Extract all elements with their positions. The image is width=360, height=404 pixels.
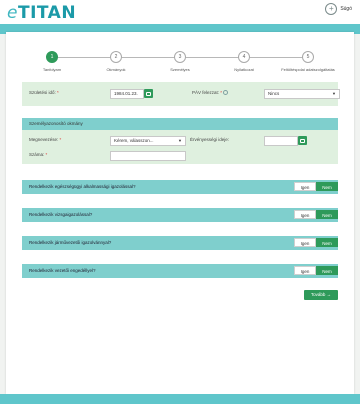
help-button[interactable]: + Súgó <box>325 3 352 15</box>
pav-select[interactable]: Nincs ▼ <box>264 89 340 99</box>
yes-button[interactable]: Igen <box>294 182 316 191</box>
step-5[interactable]: 5 Feltöltéspolai adatszolgáltatás <box>278 51 338 72</box>
step-label: Okmányok <box>106 67 126 72</box>
question-row: Rendelkezik járművezetői igazolvánnyal? … <box>22 236 338 250</box>
doc-type-select-value: Kérem, válasszon... <box>114 138 154 143</box>
birth-date-label: Születési idő: * <box>29 90 59 95</box>
help-label: Súgó <box>340 6 352 12</box>
no-button[interactable]: Nem <box>316 238 338 247</box>
yes-no-toggle: Igen Nem <box>294 266 338 275</box>
doc-type-select[interactable]: Kérem, válasszon... ▼ <box>110 136 186 146</box>
form-card: 1 Tanfolyam 2 Okmányok 3 Személyes 4 Nyi… <box>6 32 354 394</box>
birth-date-label-text: Születési idő: <box>29 90 56 95</box>
doc-number-field[interactable] <box>110 151 186 161</box>
yes-button[interactable]: Igen <box>294 238 316 247</box>
step-number: 5 <box>302 51 314 63</box>
logo-prefix: e <box>7 3 18 23</box>
step-number: 2 <box>110 51 122 63</box>
step-label: Tanfolyam <box>42 67 62 72</box>
help-icon: + <box>325 3 338 15</box>
step-number: 1 <box>46 51 58 63</box>
info-icon[interactable] <box>223 90 229 96</box>
logo-main: TITAN <box>17 3 77 23</box>
birth-panel: Születési idő: * 1984.01.23. PÁV felezza… <box>22 82 340 106</box>
question-text: Rendelkezik vezetői engedéllyel? <box>29 268 96 273</box>
step-number: 3 <box>174 51 186 63</box>
question-text: Rendelkezik járművezetői igazolvánnyal? <box>29 240 112 245</box>
yes-button[interactable]: Igen <box>294 266 316 275</box>
validity-label: Érvényességi ideje: <box>190 137 230 142</box>
birth-date-field[interactable]: 1984.01.23. <box>110 89 144 99</box>
arrow-right-icon: → <box>326 292 332 297</box>
chevron-down-icon: ▼ <box>332 91 336 96</box>
bottom-band <box>0 394 360 404</box>
calendar-icon[interactable] <box>144 89 153 98</box>
pav-label: PÁV felezzat: * <box>192 90 229 96</box>
yes-no-toggle: Igen Nem <box>294 210 338 219</box>
no-button[interactable]: Nem <box>316 266 338 275</box>
no-button[interactable]: Nem <box>316 210 338 219</box>
question-row: Rendelkezik vezetői engedéllyel? Igen Ne… <box>22 264 338 278</box>
chevron-down-icon: ▼ <box>178 138 182 143</box>
step-label: Nyilatkozat <box>234 67 254 72</box>
progress-steps: 1 Tanfolyam 2 Okmányok 3 Személyes 4 Nyi… <box>6 46 354 76</box>
step-3[interactable]: 3 Személyes <box>150 51 210 72</box>
step-1[interactable]: 1 Tanfolyam <box>22 51 82 72</box>
step-2[interactable]: 2 Okmányok <box>86 51 146 72</box>
validity-date-field[interactable] <box>264 136 298 146</box>
pav-select-value: Nincs <box>268 91 280 96</box>
doc-type-label: Megnevezése: * <box>29 137 62 142</box>
yes-button[interactable]: Igen <box>294 210 316 219</box>
question-row: Rendelkezik vizsgaigazolással? Igen Nem <box>22 208 338 222</box>
question-text: Rendelkezik egészségügyi alkalmassági ig… <box>29 184 136 189</box>
id-document-heading: Személyazonosító okmány <box>22 118 338 130</box>
next-button[interactable]: Tovább → <box>304 290 338 300</box>
doc-number-label: Száma: * <box>29 152 48 157</box>
doc-number-label-text: Száma: <box>29 152 45 157</box>
step-label: Személyes <box>170 67 190 72</box>
id-document-panel: Személyazonosító okmány Megnevezése: * K… <box>22 118 338 164</box>
doc-type-label-text: Megnevezése: <box>29 137 59 142</box>
step-4[interactable]: 4 Nyilatkozat <box>214 51 274 72</box>
question-row: Rendelkezik egészségügyi alkalmassági ig… <box>22 180 338 194</box>
etitan-logo[interactable]: eTITAN <box>7 3 76 23</box>
step-number: 4 <box>238 51 250 63</box>
yes-no-toggle: Igen Nem <box>294 238 338 247</box>
pav-label-text: PÁV felezzat: <box>192 90 220 95</box>
calendar-icon[interactable] <box>298 136 307 145</box>
next-button-label: Tovább <box>310 292 326 297</box>
no-button[interactable]: Nem <box>316 182 338 191</box>
question-text: Rendelkezik vizsgaigazolással? <box>29 212 93 217</box>
yes-no-toggle: Igen Nem <box>294 182 338 191</box>
step-label: Feltöltéspolai adatszolgáltatás <box>281 67 335 72</box>
app-header: eTITAN + Súgó <box>0 0 360 24</box>
